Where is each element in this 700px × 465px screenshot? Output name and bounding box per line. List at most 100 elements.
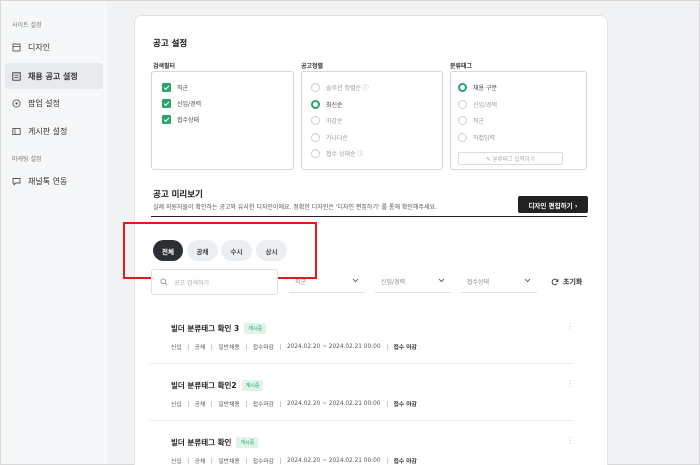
sidebar-item-board[interactable]: 게시판 설정 <box>5 118 103 144</box>
filter-option-label: 신입/경력 <box>177 100 202 108</box>
job-process: 일반채용 <box>218 459 240 465</box>
list-item[interactable]: 빌더 분류태그 확인2 게시중 신입 공채 일반채용 접수마감 2024.02.… <box>171 380 417 408</box>
sort-option-label: 접수 상태순 ⓘ <box>326 150 364 158</box>
classtag-option-career[interactable]: 신입/경력 <box>458 99 497 109</box>
list-icon <box>12 71 21 81</box>
search-filter-box: 직군 신입/경력 접수상태 <box>151 71 294 170</box>
sidebar-item-label: 채널톡 연동 <box>28 176 68 186</box>
classtag-option-hiring[interactable]: 채용 구분 <box>458 82 497 92</box>
job-meta: 신입 공채 일반채용 접수마감 2024.02.20 ~ 2024.02.21 … <box>171 399 417 408</box>
chevron-down-icon <box>352 278 359 285</box>
chevron-down-icon <box>524 278 531 285</box>
job-title: 빌더 분류태그 확인 <box>171 438 232 447</box>
job-type: 공채 <box>194 402 206 408</box>
sidebar-item-channeltalk[interactable]: 채널톡 연동 <box>5 168 103 194</box>
job-status: 접수마감 <box>252 345 275 351</box>
more-icon[interactable]: ⋮ <box>566 379 574 388</box>
status-badge: 게시중 <box>244 323 267 334</box>
job-deadline: 접수 마감 <box>393 345 417 351</box>
sort-option-label: 최신순 <box>326 101 343 109</box>
board-icon <box>12 127 21 136</box>
document-icon <box>12 43 21 52</box>
filter-option-career[interactable]: 신입/경력 <box>162 98 201 108</box>
sidebar-item-design[interactable]: 디자인 <box>5 34 103 60</box>
status-badge: 게시중 <box>241 380 264 391</box>
list-item[interactable]: 빌더 분류태그 확인 3 게시중 신입 공채 일반채용 접수마감 2024.02… <box>171 323 417 351</box>
filter-select-job[interactable]: 직군 <box>289 271 365 293</box>
job-title: 빌더 분류태그 확인2 <box>171 381 237 390</box>
job-career: 신입 <box>171 459 182 465</box>
classtag-option-job[interactable]: 직군 <box>458 115 484 125</box>
more-icon[interactable]: ⋮ <box>566 322 574 331</box>
filter-option-label: 직군 <box>177 84 189 92</box>
sort-label: 공고정렬 <box>301 63 324 70</box>
job-process: 일반채용 <box>218 345 240 351</box>
checkbox-checked-icon[interactable] <box>162 114 171 124</box>
sidebar-item-popup[interactable]: 팝업 설정 <box>5 90 103 116</box>
radio-selected-icon[interactable] <box>458 82 467 92</box>
popup-icon <box>12 98 21 108</box>
checkbox-checked-icon[interactable] <box>162 82 171 92</box>
classtag-input-button[interactable]: ✎ 분류태그 입력하기 <box>458 152 563 165</box>
sort-option-deadline[interactable]: 마감순 <box>311 115 343 125</box>
filter-select-career[interactable]: 신입/경력 <box>375 271 451 293</box>
sidebar-item-label: 디자인 <box>28 42 51 52</box>
refresh-icon <box>551 278 559 286</box>
radio-icon[interactable] <box>311 82 320 92</box>
radio-icon[interactable] <box>311 132 320 142</box>
search-filter-label: 검색필터 <box>153 63 176 70</box>
status-badge: 게시중 <box>236 437 259 448</box>
search-placeholder: 공고 검색하기 <box>174 279 210 287</box>
preview-description: 실제 지원자들이 확인하는 공고와 유사한 디자인이에요. 정확한 디자인은 '… <box>153 204 437 211</box>
classtag-option-custom[interactable]: 직접입력 <box>458 132 495 142</box>
job-period: 2024.02.20 ~ 2024.02.21 00:00 <box>287 400 381 407</box>
sort-option-solution[interactable]: 솔루션 정렬순 ⓘ <box>311 82 369 92</box>
search-input[interactable]: 공고 검색하기 <box>151 269 278 295</box>
job-type: 공채 <box>194 459 206 465</box>
list-item[interactable]: 빌더 분류태그 확인 게시중 신입 공채 일반채용 접수마감 2024.02.2… <box>171 437 417 465</box>
search-icon <box>160 278 168 286</box>
job-type: 공채 <box>194 345 206 351</box>
classtag-label: 분류태그 <box>450 63 473 70</box>
classtag-option-label: 직접입력 <box>473 134 496 142</box>
sidebar: 사이트 설정 디자인 채용 공고 설정 팝업 설정 게시판 설정 마케팅 설정 … <box>1 1 107 464</box>
job-period: 2024.02.20 ~ 2024.02.21 00:00 <box>287 457 381 464</box>
sort-box: 솔루션 정렬순 ⓘ 최신순 마감순 가나다순 접수 상태순 ⓘ <box>301 71 443 170</box>
job-meta: 신입 공채 일반채용 접수마감 2024.02.20 ~ 2024.02.21 … <box>171 456 417 465</box>
radio-icon[interactable] <box>458 132 467 142</box>
row-divider <box>149 420 574 421</box>
classtag-option-label: 신입/경력 <box>473 101 498 109</box>
filter-option-label: 접수상태 <box>177 116 200 124</box>
filter-select-status[interactable]: 접수상태 <box>461 271 537 293</box>
settings-title: 공고 설정 <box>153 39 188 49</box>
design-edit-button[interactable]: 디자인 편집하기 › <box>518 196 588 213</box>
sidebar-section-site: 사이트 설정 <box>12 22 42 29</box>
radio-icon[interactable] <box>311 148 320 158</box>
radio-icon[interactable] <box>458 115 467 125</box>
sort-option-latest[interactable]: 최신순 <box>311 99 343 109</box>
checkbox-checked-icon[interactable] <box>162 98 171 108</box>
sort-option-label: 마감순 <box>326 117 343 125</box>
sort-option-status[interactable]: 접수 상태순 ⓘ <box>311 148 363 158</box>
job-career: 신입 <box>171 402 182 408</box>
job-period: 2024.02.20 ~ 2024.02.21 00:00 <box>287 343 381 350</box>
radio-icon[interactable] <box>458 99 467 109</box>
preview-title: 공고 미리보기 <box>153 190 203 200</box>
job-process: 일반채용 <box>218 402 240 408</box>
classtag-box: 채용 구분 신입/경력 직군 직접입력 ✎ 분류태그 입력하기 <box>450 71 587 170</box>
more-icon[interactable]: ⋮ <box>566 436 574 445</box>
filter-select-label: 접수상태 <box>467 279 490 286</box>
filter-option-job[interactable]: 직군 <box>162 82 188 92</box>
radio-icon[interactable] <box>311 115 320 125</box>
sort-option-alpha[interactable]: 가나다순 <box>311 132 348 142</box>
reset-button[interactable]: 초기화 <box>551 277 582 287</box>
radio-selected-icon[interactable] <box>311 99 320 109</box>
job-meta: 신입 공채 일반채용 접수마감 2024.02.20 ~ 2024.02.21 … <box>171 342 417 351</box>
job-deadline: 접수 마감 <box>393 459 417 465</box>
sidebar-item-job-settings[interactable]: 채용 공고 설정 <box>5 63 103 89</box>
chevron-down-icon <box>438 278 445 285</box>
job-career: 신입 <box>171 345 182 351</box>
job-deadline: 접수 마감 <box>393 402 417 408</box>
filter-option-status[interactable]: 접수상태 <box>162 114 199 124</box>
sidebar-section-marketing: 마케팅 설정 <box>12 156 42 163</box>
